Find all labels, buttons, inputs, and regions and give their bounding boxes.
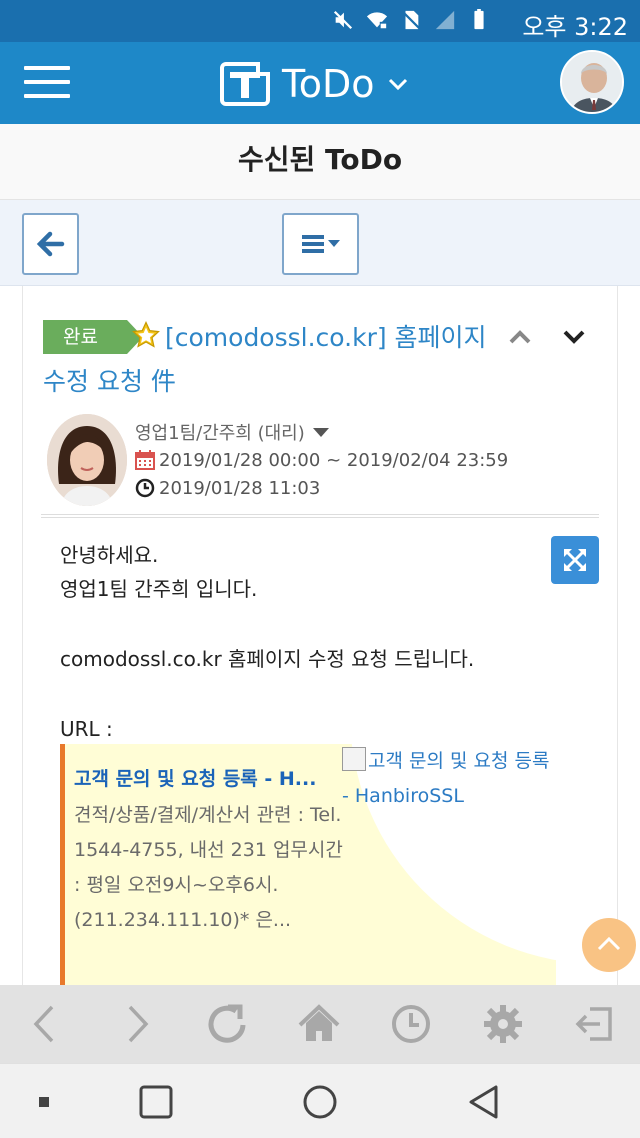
page-title: 수신된 ToDo: [237, 143, 403, 176]
todo-logo-icon: [220, 62, 270, 106]
expand-arrows-icon: [563, 548, 587, 572]
star-icon[interactable]: [131, 320, 161, 350]
back-icon[interactable]: [24, 1003, 66, 1045]
link-preview-title[interactable]: 고객 문의 및 요청 등록 - H...: [74, 764, 344, 791]
image-alt-text: 고객 문의 및 요청 등록 - HanbiroSSL: [342, 750, 550, 807]
todo-period: 2019/01/28 00:00 ~ 2019/02/04 23:59: [159, 449, 509, 471]
period-line: 2019/01/28 00:00 ~ 2019/02/04 23:59: [135, 446, 508, 474]
created-line: 2019/01/28 11:03: [135, 474, 508, 502]
history-icon[interactable]: [390, 1003, 432, 1045]
square-icon[interactable]: [138, 1084, 174, 1120]
android-nav: [0, 1063, 640, 1138]
expand-button[interactable]: [551, 536, 599, 584]
app-bar: ToDo: [0, 42, 640, 124]
chevron-up-icon[interactable]: [507, 324, 533, 350]
app-title: ToDo: [282, 62, 375, 106]
avatar-photo: [562, 52, 622, 112]
todo-body: 안녕하세요. 영업1팀 간주희 입니다. comodossl.co.kr 홈페이…: [60, 538, 580, 746]
arrow-left-icon: [36, 231, 65, 257]
app-switcher[interactable]: ToDo: [220, 62, 409, 106]
todo-detail-card: [comodossl.co.kr] 홈페이지 수정 요청 件 완료 영업1팀/간…: [22, 286, 618, 986]
reload-icon[interactable]: [206, 1003, 248, 1045]
forward-icon[interactable]: [116, 1003, 158, 1045]
wifi-lock-icon: [366, 12, 388, 29]
back-button[interactable]: [22, 213, 79, 275]
recent-dot-icon[interactable]: [36, 1094, 52, 1110]
link-preview[interactable]: 고객 문의 및 요청 등록 - H... 견적/상품/결제/계산서 관련 : T…: [60, 744, 556, 986]
status-badge: 완료: [43, 320, 143, 354]
browser-nav: [0, 985, 640, 1063]
calendar-icon: [135, 450, 155, 470]
settings-icon[interactable]: [482, 1003, 524, 1045]
logout-icon[interactable]: [574, 1003, 616, 1045]
author-name: 영업1팀/간주희 (대리): [135, 423, 305, 444]
todo-created: 2019/01/28 11:03: [159, 477, 321, 499]
no-sim-icon: [401, 10, 421, 30]
signal-icon: [435, 10, 455, 30]
circle-home-icon[interactable]: [302, 1084, 338, 1120]
toolbar: [0, 200, 640, 286]
chevron-down-icon: [388, 78, 407, 91]
list-dropdown-icon: [302, 235, 340, 253]
body-line: comodossl.co.kr 홈페이지 수정 요청 드립니다.: [60, 647, 475, 671]
author-photo: [47, 414, 127, 506]
page-header: 수신된 ToDo: [0, 124, 640, 200]
chevron-down-icon[interactable]: [561, 324, 587, 350]
body-line: URL :: [60, 717, 113, 741]
author-line[interactable]: 영업1팀/간주희 (대리): [135, 418, 508, 446]
list-menu-button[interactable]: [282, 213, 359, 275]
chevron-up-icon: [597, 936, 621, 951]
home-icon[interactable]: [298, 1003, 340, 1045]
link-preview-image[interactable]: 고객 문의 및 요청 등록 - HanbiroSSL: [342, 744, 556, 814]
body-line: 영업1팀 간주희 입니다.: [60, 577, 258, 601]
status-time: 오후 3:22: [522, 13, 628, 41]
status-icons: [332, 8, 490, 32]
status-bar: 오후 3:22: [0, 0, 640, 42]
triangle-back-icon[interactable]: [466, 1084, 502, 1120]
scroll-top-button[interactable]: [582, 918, 636, 972]
author-avatar: [47, 414, 127, 506]
battery-icon: [474, 9, 484, 30]
link-preview-description: 견적/상품/결제/계산서 관련 : Tel. 1544-4755, 내선 231…: [74, 804, 343, 931]
caret-down-icon: [312, 427, 329, 437]
broken-image-icon: [342, 747, 366, 771]
clock-icon: [135, 478, 155, 498]
mute-icon: [333, 10, 353, 30]
body-line: 안녕하세요.: [60, 543, 159, 567]
user-avatar[interactable]: [560, 50, 624, 114]
todo-meta: 영업1팀/간주희 (대리) 2019/01/28 00:00 ~ 2019/02…: [135, 418, 508, 502]
hamburger-icon[interactable]: [24, 66, 70, 100]
divider: [41, 514, 599, 518]
